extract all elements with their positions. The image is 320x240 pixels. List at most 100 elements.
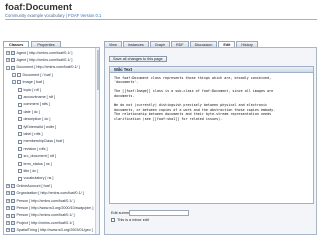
- property-icon: [18, 169, 22, 174]
- tree-node[interactable]: accountname [ rdf ]: [18, 94, 55, 101]
- tree-node[interactable]: topic [ rdf ]: [18, 87, 41, 94]
- tree-node[interactable]: - Document [ / foaf ]: [12, 72, 53, 79]
- tree-node-label: Project [ http://xmlns.com/foaf/0.1/ ]: [16, 220, 75, 225]
- tree-node-label: Document [ / foaf ]: [22, 72, 53, 77]
- tree-node[interactable]: comment [ rdfs ]: [18, 101, 50, 108]
- expand-icon[interactable]: +: [6, 183, 10, 188]
- property-icon: [18, 154, 22, 159]
- tree-node[interactable]: date [ dc ]: [18, 109, 40, 116]
- tree-node-label: src_document [ rdf ]: [23, 154, 57, 159]
- tree-scrollbar[interactable]: [95, 48, 99, 234]
- tree-node-label: Document [ http://xmlns.com/foaf/0.1/ ]: [16, 65, 80, 70]
- tree-node[interactable]: fyExternalId [ wdbr ]: [18, 124, 56, 131]
- property-icon: [18, 87, 22, 92]
- expand-icon[interactable]: +: [6, 58, 10, 63]
- class-icon: [11, 206, 15, 211]
- expand-icon[interactable]: +: [6, 220, 10, 225]
- tree-scroll-thumb[interactable]: [96, 50, 99, 90]
- tree-node[interactable]: - Image [ foaf ]: [12, 79, 44, 86]
- tree-node-label: title [ dc ]: [23, 168, 39, 173]
- tree-node[interactable]: title [ dc ]: [18, 168, 38, 175]
- tree-node[interactable]: + Person [ http://www.w3.org/2000/10/swap…: [6, 205, 93, 212]
- page-header: foaf:Document Community example vocabula…: [3, 2, 317, 32]
- class-icon: [17, 80, 21, 85]
- tree-node-label: vocabulatory [ ns ]: [23, 176, 54, 181]
- class-icon: [11, 198, 15, 203]
- class-icon: [11, 228, 15, 233]
- tree-node-label: Agent [ http://xmlns.com/foaf/0.1/ ]: [16, 57, 73, 62]
- expand-icon[interactable]: +: [6, 213, 10, 218]
- minor-edit-label: This is a minor edit: [117, 218, 149, 222]
- property-icon: [18, 146, 22, 151]
- property-icon: [18, 124, 22, 129]
- tree-node[interactable]: + Person [ http://xmlns.com/foaf/0.1/ ]: [6, 198, 75, 205]
- wiki-text-line: 'documents'.: [114, 80, 139, 85]
- page-title: foaf:Document: [5, 2, 73, 13]
- tree-node-label: Person [ http://www.w3.org/2000/10/swap/…: [16, 205, 94, 210]
- collapse-icon[interactable]: -: [12, 80, 16, 85]
- expand-icon[interactable]: +: [6, 228, 10, 233]
- wiki-text-line: clarification (see [[foaf:sha1]] for rel…: [114, 116, 223, 121]
- tree-node[interactable]: src_document [ rdf ]: [18, 153, 56, 160]
- save-button[interactable]: Save all changes to this page: [109, 56, 167, 62]
- edit-panel: Save all changes to this page Wiki Text …: [104, 47, 317, 235]
- class-icon: [11, 50, 15, 55]
- tree-node[interactable]: vocabulatory [ ns ]: [18, 175, 53, 182]
- tree-node-label: label [ rdfs ]: [23, 131, 43, 136]
- tree-node-label: membershipClass [ foaf ]: [23, 139, 65, 144]
- expand-icon[interactable]: +: [6, 198, 10, 203]
- tree-node[interactable]: + Project [ http://xmlns.com/foaf/0.1/ ]: [6, 220, 74, 227]
- minor-edit-checkbox[interactable]: [111, 218, 115, 222]
- class-icon: [11, 183, 15, 188]
- property-icon: [18, 117, 22, 122]
- collapse-icon[interactable]: -: [6, 65, 10, 70]
- version-link[interactable]: FOAF Version 0.1: [68, 13, 101, 18]
- tree-node-label: Organization [ http://xmlns.com/foaf/0.1…: [16, 191, 84, 196]
- class-icon: [11, 213, 15, 218]
- tree-node[interactable]: + SpatialThing [ http://www.w3.org/2003/0…: [6, 227, 93, 234]
- expand-icon[interactable]: +: [6, 206, 10, 211]
- tree-node[interactable]: + Agent [ http://xmlns.com/foaf/0.1/ ]: [6, 57, 72, 64]
- wiki-text-line: The [[foaf:Image]] class is a sub-class …: [114, 89, 274, 94]
- tree-node-label: Agent [ http://xmlns.com/foaf/0.1/ ]: [16, 50, 73, 55]
- property-icon: [18, 102, 22, 107]
- tree-node-label: revision [ rdfs ]: [23, 146, 48, 151]
- property-icon: [18, 139, 22, 144]
- minor-edit-option[interactable]: This is a minor edit: [111, 218, 149, 222]
- tree-node-label: SpatialThing [ http://www.w3.org/2003/01…: [16, 228, 93, 233]
- collapse-icon[interactable]: -: [12, 72, 16, 77]
- tree-node[interactable]: label [ rdfs ]: [18, 131, 43, 138]
- wiki-text-editor[interactable]: The foaf:Document class represents those…: [109, 72, 314, 204]
- tree-node[interactable]: + Organization [ http://xmlns.com/foaf/0.…: [6, 190, 84, 197]
- property-icon: [18, 161, 22, 166]
- tree-node-label: date [ dc ]: [23, 109, 40, 114]
- tree-node[interactable]: revision [ rdfs ]: [18, 146, 47, 153]
- tree-node-label: topic [ rdf ]: [23, 87, 41, 92]
- tree-node-label: Image [ foaf ]: [22, 80, 45, 85]
- tree-node-label: comment [ rdfs ]: [23, 102, 50, 107]
- tree-node[interactable]: membershipClass [ foaf ]: [18, 138, 64, 145]
- tree-node[interactable]: + Agent [ http://xmlns.com/foaf/0.1/ ]: [6, 50, 72, 57]
- page-subtitle: Community example vocabulary | FOAF Vers…: [5, 13, 102, 18]
- class-icon: [11, 191, 15, 196]
- property-icon: [18, 109, 22, 114]
- tree-node[interactable]: + OnlineAccount [ foaf ]: [6, 183, 52, 190]
- class-tree[interactable]: + Agent [ http://xmlns.com/foaf/0.1/ ] + Ag…: [3, 47, 100, 235]
- expand-icon[interactable]: +: [6, 191, 10, 196]
- expand-icon[interactable]: +: [6, 50, 10, 55]
- class-icon: [11, 220, 15, 225]
- class-icon: [11, 65, 15, 70]
- tree-node-label: accountname [ rdf ]: [23, 94, 56, 99]
- tree-node[interactable]: term_status [ ns ]: [18, 161, 52, 168]
- tree-node-label: Person [ http://xmlns.com/foaf/0.1/ ]: [16, 198, 75, 203]
- tree-node[interactable]: description [ dc ]: [18, 116, 50, 123]
- edit-summary-input[interactable]: [129, 209, 189, 216]
- tree-node-label: description [ dc ]: [23, 117, 51, 122]
- header-divider: [5, 19, 317, 20]
- property-icon: [18, 132, 22, 137]
- tree-node-label: term_status [ ns ]: [23, 161, 52, 166]
- tree-node[interactable]: - Document [ http://xmlns.com/foaf/0.1/ ]: [6, 64, 80, 71]
- subtitle-text: Community example vocabulary: [5, 13, 65, 18]
- property-icon: [18, 95, 22, 100]
- tree-node[interactable]: + Person [ http://xmlns.com/foaf/0.1/ ]: [6, 212, 75, 219]
